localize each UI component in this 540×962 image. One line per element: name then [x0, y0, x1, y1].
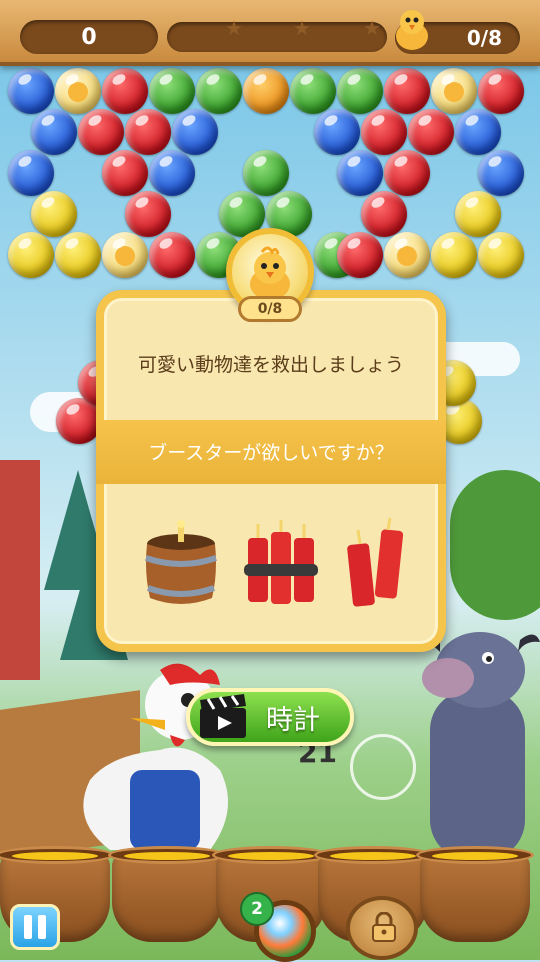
bush	[450, 470, 540, 620]
bubble-arrow-special	[243, 68, 289, 114]
star-progress-bar: ★ ★ ★	[167, 16, 387, 52]
barrel-bomb-icon[interactable]	[142, 518, 220, 608]
barn	[0, 460, 40, 680]
chick-icon	[396, 10, 428, 50]
bubble-blue	[478, 150, 524, 196]
bubble-red	[149, 232, 195, 278]
booster-offer-dialog: 可愛い動物達を救出しましょう ブースターが欲しいですか？	[96, 290, 446, 652]
bubble-green	[337, 68, 383, 114]
bubble-green	[243, 150, 289, 196]
star-icon: ★	[293, 16, 311, 40]
dynamite-bundle-icon[interactable]	[244, 518, 318, 610]
pause-icon	[24, 915, 32, 939]
rescue-progress-pill: 0/8	[238, 296, 302, 322]
score-display: 0	[20, 20, 158, 54]
bubble-yellow	[31, 191, 77, 237]
bubble-yellow	[455, 191, 501, 237]
dialog-question: ブースターが欲しいですか？	[148, 442, 394, 464]
bubble-yellow	[431, 232, 477, 278]
star-icon: ★	[363, 16, 381, 40]
honey-pot	[108, 846, 226, 942]
bubble-red	[102, 150, 148, 196]
bubble-red	[384, 150, 430, 196]
top-hud: 0 ★ ★ ★ 0/8	[0, 0, 540, 66]
bubble-yellow	[478, 232, 524, 278]
bubble-blue	[172, 109, 218, 155]
star-icon: ★	[225, 16, 243, 40]
bull-character	[410, 632, 540, 860]
bubble-chick	[431, 68, 477, 114]
bubble-red	[478, 68, 524, 114]
bubble-red	[408, 109, 454, 155]
bubble-red	[125, 109, 171, 155]
bubble-blue	[314, 109, 360, 155]
lock-icon	[372, 912, 396, 942]
bubble-green	[290, 68, 336, 114]
bubble-red	[337, 232, 383, 278]
pause-button[interactable]	[10, 904, 60, 950]
aim-ring	[350, 734, 416, 800]
bubble-chick	[384, 232, 430, 278]
bubble-blue	[337, 150, 383, 196]
bubble-red	[361, 191, 407, 237]
dynamite-pair-icon[interactable]	[344, 518, 408, 610]
bubble-red	[102, 68, 148, 114]
bubble-red	[125, 191, 171, 237]
bubble-blue	[149, 150, 195, 196]
bubble-chick	[102, 232, 148, 278]
bubble-yellow	[55, 232, 101, 278]
clapperboard-icon	[200, 694, 246, 738]
bubble-red	[361, 109, 407, 155]
bubble-red	[78, 109, 124, 155]
bubble-blue	[8, 68, 54, 114]
swap-count-badge: 2	[240, 892, 274, 926]
bubble-green	[196, 68, 242, 114]
bubble-green	[149, 68, 195, 114]
bubble-blue	[31, 109, 77, 155]
bubble-blue	[455, 109, 501, 155]
honey-pot	[416, 846, 534, 942]
rescue-count-text: 0/8	[466, 26, 502, 50]
dialog-title: 可愛い動物達を救出しましょう	[137, 354, 404, 376]
bubble-chick	[55, 68, 101, 114]
bubble-blue	[8, 150, 54, 196]
bubble-red	[384, 68, 430, 114]
watch-video-label: 時計	[266, 705, 320, 736]
bubble-yellow	[8, 232, 54, 278]
